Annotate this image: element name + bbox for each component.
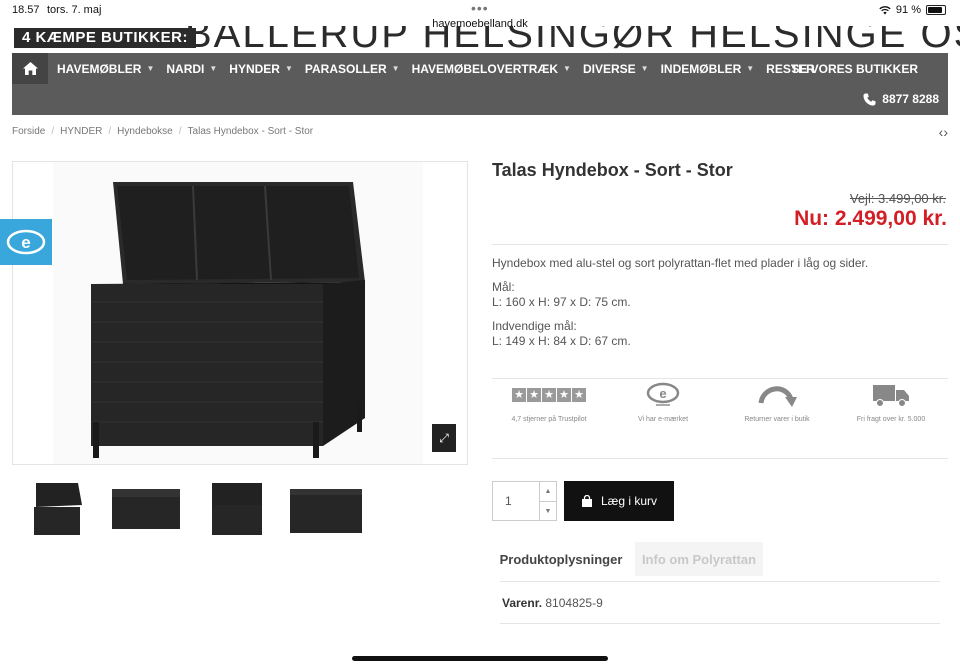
nav-item-hynder[interactable]: HYNDER ▼ (229, 62, 293, 76)
chevron-down-icon: ▼ (209, 64, 218, 73)
trust-freight[interactable]: Fri fragt over kr. 5.000 (834, 380, 948, 430)
breadcrumb-home[interactable]: Forside (12, 126, 45, 137)
trust-label: Vi har e-mærket (637, 416, 689, 423)
breadcrumb-current: Talas Hyndebox - Sort - Stor (187, 126, 314, 137)
nav-shops-link[interactable]: SE VORES BUTIKKER (791, 62, 918, 76)
trust-label: Fri fragt over kr. 5.000 (856, 416, 926, 423)
nav-item-overtraek[interactable]: HAVEMØBELOVERTRÆK ▼ (412, 62, 571, 76)
status-bar: 18.57 tors. 7. maj ••• havemoebelland.dk… (0, 0, 960, 30)
thumbnail-open-side[interactable] (192, 476, 280, 542)
svg-text:e: e (21, 233, 30, 252)
chevron-down-icon: ▼ (284, 64, 293, 73)
truck-icon (873, 385, 909, 407)
trust-return[interactable]: Returner varer i butik (720, 380, 834, 430)
inner-dims-label: Indvendige mål: (492, 319, 577, 333)
varenr-label: Varenr. (502, 596, 543, 610)
chevron-down-icon: ▼ (563, 64, 571, 73)
home-icon[interactable] (12, 53, 48, 84)
wifi-icon (879, 5, 891, 14)
add-to-cart-label: Læg i kurv (600, 494, 658, 508)
tab-produktoplysninger[interactable]: Produktoplysninger (492, 542, 630, 576)
store-banner: 4 KÆMPE BUTIKKER: BALLERUP HELSINGØR HEL… (0, 26, 960, 52)
breadcrumb: Forside / HYNDER / Hyndebokse / Talas Hynde… (12, 126, 314, 137)
trust-trustpilot[interactable]: ★ ★ ★ ★ ★ 4,7 stjerner på Trustpilot (492, 380, 606, 430)
thumbnail-strip (12, 476, 372, 542)
chevron-down-icon: ▼ (391, 64, 400, 73)
breadcrumb-hynder[interactable]: HYNDER (60, 126, 102, 137)
trustpilot-stars-icon: ★ ★ ★ ★ ★ (512, 388, 586, 402)
status-time: 18.57 (12, 4, 40, 16)
return-arrow-icon (758, 386, 797, 407)
battery-percent: 91 % (895, 4, 921, 16)
tab-polyrattan[interactable]: Info om Polyrattan (635, 542, 763, 576)
nav-label: DIVERSE (582, 61, 636, 76)
divider (492, 244, 948, 245)
product-number: Varenr. 8104825-9 (502, 596, 603, 610)
dims-label: Mål: (492, 280, 515, 294)
home-indicator[interactable] (352, 656, 608, 661)
trust-label: Returner varer i butik (744, 416, 810, 423)
battery-icon (926, 5, 946, 15)
product-pager: ‹› (939, 124, 948, 140)
nav-item-havemobler[interactable]: HAVEMØBLER ▼ (57, 62, 154, 76)
e-maerket-badge[interactable]: e (0, 219, 52, 265)
nav-item-indemobler[interactable]: INDEMØBLER ▼ (661, 62, 755, 76)
thumbnail-closed-long[interactable] (282, 476, 370, 542)
svg-text:e: e (659, 386, 666, 401)
description-text: Hyndebox med alu-stel og sort polyrattan… (492, 256, 869, 270)
breadcrumb-hyndebokse[interactable]: Hyndebokse (117, 126, 173, 137)
nav-item-diverse[interactable]: DIVERSE ▼ (583, 62, 649, 76)
more-dots-icon[interactable]: ••• (471, 0, 489, 16)
thumbnail-closed-front[interactable] (102, 476, 190, 542)
phone-link[interactable]: 8877 8288 (863, 92, 939, 106)
old-price: Vejl: 3.499,00 kr. (849, 191, 946, 206)
phone-number: 8877 8288 (882, 92, 939, 106)
nav-label: PARASOLLER (304, 61, 387, 76)
e-maerket-icon: e (646, 382, 680, 406)
nav-label: HAVEMØBELOVERTRÆK (411, 61, 559, 76)
chevron-down-icon[interactable]: ▼ (539, 501, 556, 521)
e-maerket-icon: e (6, 229, 46, 255)
add-to-cart-button[interactable]: Læg i kurv (564, 481, 674, 521)
nav-label: NARDI (166, 61, 205, 76)
product-title: Talas Hyndebox - Sort - Stor (492, 160, 733, 180)
shopping-bag-icon (581, 495, 592, 507)
banner-tag: 4 KÆMPE BUTIKKER: (14, 28, 197, 48)
status-date: tors. 7. maj (47, 4, 102, 16)
divider (500, 581, 940, 582)
divider (492, 378, 948, 379)
product-image[interactable] (12, 161, 468, 465)
nav-item-parasoller[interactable]: PARASOLLER ▼ (305, 62, 400, 76)
nav-item-nardi[interactable]: NARDI ▼ (166, 62, 217, 76)
varenr-value: 8104825-9 (545, 596, 603, 610)
nav-label: HAVEMØBLER (57, 61, 142, 76)
divider (500, 623, 940, 624)
trust-row: ★ ★ ★ ★ ★ 4,7 stjerner på Trustpilot e Vi ha… (492, 380, 948, 430)
chevron-down-icon: ▼ (640, 64, 649, 73)
expand-icon[interactable]: ⤢ (432, 424, 456, 452)
status-right: 91 % (879, 4, 946, 16)
chevron-up-icon[interactable]: ▲ (539, 482, 556, 502)
inner-dims-value: L: 149 x H: 84 x D: 67 cm. (492, 334, 631, 348)
trust-emaerket[interactable]: e Vi har e-mærket (606, 380, 720, 430)
thumbnail-open[interactable] (12, 476, 100, 542)
nav-label: INDEMØBLER (660, 61, 742, 76)
dims-value: L: 160 x H: 97 x D: 75 cm. (492, 295, 631, 309)
quantity-stepper[interactable]: 1 ▲ ▼ (492, 481, 557, 521)
trust-label: 4,7 stjerner på Trustpilot (511, 416, 587, 423)
nav-label: HYNDER (229, 61, 280, 76)
divider (492, 458, 948, 459)
product-description: Hyndebox med alu-stel og sort polyrattan… (492, 256, 868, 358)
main-nav: HAVEMØBLER ▼ NARDI ▼ HYNDER ▼ PARASOLLER ▼ H… (12, 53, 948, 115)
next-arrow-icon[interactable]: › (943, 124, 948, 140)
chevron-down-icon: ▼ (746, 64, 755, 73)
current-price: Nu: 2.499,00 kr. (794, 207, 947, 230)
banner-cities: BALLERUP HELSINGØR HELSINGE OSTED (185, 26, 960, 52)
quantity-value[interactable]: 1 (505, 494, 512, 508)
chevron-down-icon: ▼ (146, 64, 155, 73)
phone-icon (863, 93, 876, 105)
